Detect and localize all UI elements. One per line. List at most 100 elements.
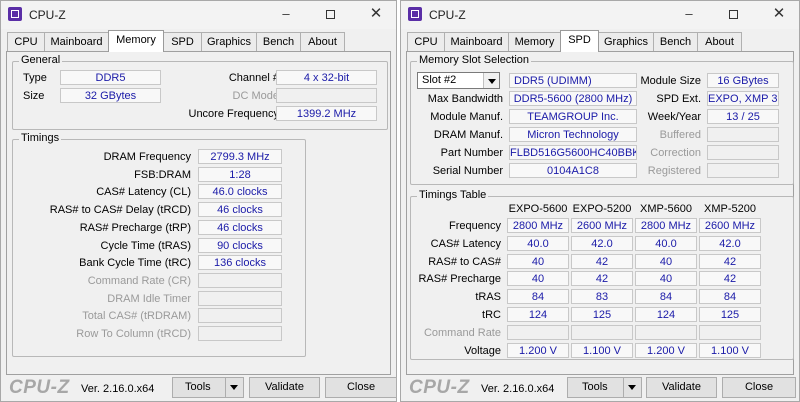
tab-graphics[interactable]: Graphics xyxy=(598,32,654,51)
timings-cell: 42.0 xyxy=(699,235,761,251)
tab-about[interactable]: About xyxy=(697,32,742,51)
timing-label: Cycle Time (tRAS) xyxy=(100,239,191,252)
timings-row-label: Frequency xyxy=(449,220,501,232)
tab-bench[interactable]: Bench xyxy=(653,32,698,51)
slot-selected: Slot #2 xyxy=(422,74,457,86)
timing-label: DRAM Frequency xyxy=(103,151,191,163)
tab-cpu[interactable]: CPU xyxy=(407,32,445,51)
tab-cpu[interactable]: CPU xyxy=(7,32,45,51)
window-title: CPU-Z xyxy=(29,8,66,22)
general-group: General Type DDR5 Size 32 GBytes Channel… xyxy=(12,54,388,130)
footer: CPU-Z Ver. 2.16.0.x64 Tools Validate Clo… xyxy=(401,375,799,401)
timings-cell: 40.0 xyxy=(507,235,569,251)
timing-value: 2799.3 MHz xyxy=(198,149,282,164)
close-button[interactable]: Close xyxy=(325,377,397,398)
tab-memory[interactable]: Memory xyxy=(108,30,164,52)
timings-cell: 125 xyxy=(699,307,761,322)
title-bar[interactable]: CPU-Z – ✕ xyxy=(401,1,799,29)
window-title: CPU-Z xyxy=(429,8,466,22)
timings-cell: 2800 MHz xyxy=(635,218,697,233)
timing-label: CAS# Latency (CL) xyxy=(96,186,191,199)
tab-mainboard[interactable]: Mainboard xyxy=(44,32,109,51)
timing-value xyxy=(198,326,282,341)
cpuz-window-spd: CPU-Z – ✕ CPU Mainboard Memory SPD Graph… xyxy=(400,0,800,402)
tab-mainboard[interactable]: Mainboard xyxy=(444,32,509,51)
week-year-label: Week/Year xyxy=(647,111,701,123)
timings-cell: 83 xyxy=(571,289,633,305)
version-text: Ver. 2.16.0.x64 xyxy=(481,383,555,395)
timing-value: 136 clocks xyxy=(198,255,282,271)
timings-cell: 2800 MHz xyxy=(507,218,569,233)
timings-cell xyxy=(507,324,569,340)
timings-cell xyxy=(635,324,697,340)
max-bandwidth-label: Max Bandwidth xyxy=(427,93,503,105)
maximize-icon[interactable] xyxy=(723,5,743,23)
close-button[interactable]: Close xyxy=(722,377,796,398)
timings-cell: 84 xyxy=(507,289,569,305)
timing-value: 1:28 xyxy=(198,166,282,182)
buffered-value xyxy=(707,127,779,142)
timing-value: 46.0 clocks xyxy=(198,184,282,200)
maximize-icon[interactable] xyxy=(320,5,340,23)
week-year-value: 13 / 25 xyxy=(707,109,779,124)
tab-spd[interactable]: SPD xyxy=(560,30,599,52)
chevron-down-icon[interactable] xyxy=(483,73,499,88)
timings-row-label: RAS# to CAS# xyxy=(428,255,501,268)
tab-spd[interactable]: SPD xyxy=(163,32,202,51)
module-manuf-label: Module Manuf. xyxy=(430,111,503,123)
timing-value xyxy=(198,308,282,324)
chevron-down-icon[interactable] xyxy=(225,378,243,397)
close-icon[interactable]: ✕ xyxy=(366,5,386,23)
timings-row-label: Voltage xyxy=(464,344,501,357)
tab-about[interactable]: About xyxy=(300,32,345,51)
spd-ext-label: SPD Ext. xyxy=(656,93,701,105)
timings-table-title: Timings Table xyxy=(417,189,489,201)
tab-memory[interactable]: Memory xyxy=(508,32,561,51)
timings-cell: 84 xyxy=(699,289,761,305)
timing-label: FSB:DRAM xyxy=(134,168,191,181)
timings-cell: 42.0 xyxy=(571,235,633,251)
minimize-icon[interactable]: – xyxy=(276,5,296,23)
memory-panel: General Type DDR5 Size 32 GBytes Channel… xyxy=(6,51,391,375)
timings-cell: 1.100 V xyxy=(699,342,761,358)
close-icon[interactable]: ✕ xyxy=(769,5,789,23)
timing-label: RAS# Precharge (tRP) xyxy=(79,221,191,234)
tab-bench[interactable]: Bench xyxy=(256,32,301,51)
timing-value: 46 clocks xyxy=(198,202,282,218)
timing-label: Row To Column (tRCD) xyxy=(76,328,191,340)
part-number-value: FLBD516G5600HC40BBK xyxy=(509,145,637,160)
chevron-down-icon[interactable] xyxy=(623,378,641,397)
timings-cell: 2600 MHz xyxy=(699,218,761,233)
module-size-value: 16 GBytes xyxy=(707,73,779,88)
title-bar[interactable]: CPU-Z – ✕ xyxy=(1,1,396,29)
timings-cell: 40 xyxy=(635,253,697,269)
timings-cell: 1.100 V xyxy=(571,342,633,358)
slot-selection-title: Memory Slot Selection xyxy=(417,54,532,66)
timings-cell: 1.200 V xyxy=(507,342,569,358)
validate-button[interactable]: Validate xyxy=(249,377,320,398)
minimize-icon[interactable]: – xyxy=(679,5,699,23)
module-size-label: Module Size xyxy=(640,75,701,87)
slot-select[interactable]: Slot #2 xyxy=(417,72,500,89)
spd-panel: Memory Slot Selection Slot #2 DDR5 (UDIM… xyxy=(406,51,794,375)
timings-cell: 124 xyxy=(635,307,697,322)
timings-cell xyxy=(571,324,633,340)
part-number-label: Part Number xyxy=(440,147,503,159)
timings-cell: 124 xyxy=(507,307,569,322)
timing-label: Command Rate (CR) xyxy=(87,274,191,287)
timings-cell xyxy=(699,324,761,340)
timings-cell: 125 xyxy=(571,307,633,322)
timing-value: 46 clocks xyxy=(198,219,282,235)
timings-cell: 1.200 V xyxy=(635,342,697,358)
tools-button[interactable]: Tools xyxy=(567,377,642,398)
timings-cell: 40.0 xyxy=(635,235,697,251)
validate-button[interactable]: Validate xyxy=(646,377,717,398)
timing-label: DRAM Idle Timer xyxy=(107,292,191,305)
timing-value xyxy=(198,290,282,306)
tools-button[interactable]: Tools xyxy=(172,377,244,398)
module-type-value: DDR5 (UDIMM) xyxy=(509,73,637,88)
tab-graphics[interactable]: Graphics xyxy=(201,32,257,51)
dram-manuf-label: DRAM Manuf. xyxy=(433,129,503,141)
timings-table-group: Timings Table EXPO-5600 EXPO-5200 XMP-5600… xyxy=(410,189,794,360)
size-value: 32 GBytes xyxy=(60,88,161,103)
